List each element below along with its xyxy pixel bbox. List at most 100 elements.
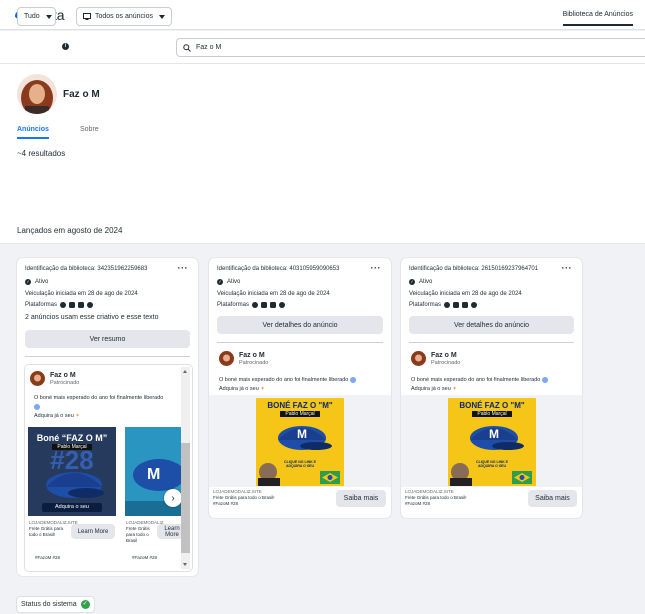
carousel-headline: Boné “FAZ O M” <box>36 433 108 443</box>
status-badge: ✓ Ativo <box>25 279 48 285</box>
facebook-icon <box>60 302 67 308</box>
scope-select[interactable]: Tudo <box>17 7 56 26</box>
page-title: Faz o M <box>63 89 100 100</box>
sparkle-icon: ✦ <box>260 386 265 392</box>
ad-preview: Faz o M Patrocinado O boné mais esperado… <box>25 365 192 571</box>
ad-library-link[interactable]: Biblioteca de Anúncios <box>562 11 633 26</box>
messenger-icon <box>87 302 94 308</box>
check-icon: ✓ <box>409 279 415 285</box>
sparkle-icon: ✦ <box>452 386 457 392</box>
search-icon <box>183 43 191 52</box>
view-ad-details-button[interactable]: Ver detalhes do anúncio <box>409 316 574 334</box>
carousel-tag: #FazoM #28 <box>35 555 61 560</box>
view-summary-button[interactable]: Ver resumo <box>25 330 190 348</box>
ad-text-line: Adquira já o seu <box>411 386 451 392</box>
scope-value: Tudo <box>24 13 40 20</box>
emoji-icon <box>349 376 356 383</box>
chevron-right-icon[interactable]: › <box>164 489 182 507</box>
image-title: BONÉ FAZ O "M" <box>267 401 333 410</box>
tab-ads[interactable]: Anúncios <box>17 126 49 139</box>
scroll-down-icon[interactable] <box>183 563 187 566</box>
platforms: Plataformas <box>217 302 286 308</box>
image-cta: CLIQUE NO LINK E ADQUIRA O SEU <box>284 460 316 468</box>
ad-tag: #FazoM #28 <box>213 501 239 506</box>
ad-image[interactable]: M BONÉ FAZ O "M" Pablo Marçal CLIQUE NO … <box>256 398 344 486</box>
ad-card: Identificação da biblioteca: 40310595909… <box>209 258 391 518</box>
advertiser-row: Faz o M Patrocinado <box>219 351 268 366</box>
carousel-cta-text: Adquira o seu <box>55 504 89 510</box>
creative-note: 2 anúncios usam esse criativo e esse tex… <box>25 314 159 321</box>
carousel-image[interactable]: #28 Boné “FAZ O M” Pablo Marçal Adquira … <box>28 427 116 516</box>
view-ad-details-button[interactable]: Ver detalhes do anúncio <box>217 316 383 334</box>
image-cta: CLIQUE NO LINK E ADQUIRA O SEU <box>476 460 508 468</box>
profile-section: Faz o M Anúncios Sobre ~4 resultados Lan… <box>0 64 645 244</box>
library-id: Identificação da biblioteca: 34235196225… <box>25 266 148 272</box>
ad-text-line: O boné mais esperado do ano foi finalmen… <box>219 377 349 383</box>
svg-text:M: M <box>489 427 499 441</box>
advertiser-name[interactable]: Faz o M <box>239 352 268 359</box>
facebook-icon <box>444 302 451 308</box>
launched-heading: Lançados em agosto de 2024 <box>17 226 123 235</box>
ad-text-line: Adquira já o seu <box>34 413 74 419</box>
tab-about[interactable]: Sobre <box>80 126 99 133</box>
status-badge: ✓ Ativo <box>409 279 432 285</box>
results-count: ~4 resultados <box>17 149 66 158</box>
info-icon[interactable]: i <box>62 43 69 50</box>
advertiser-name[interactable]: Faz o M <box>50 372 79 379</box>
sponsored-label: Patrocinado <box>431 359 461 366</box>
status-badge: ✓ Ativo <box>217 279 240 285</box>
audience-network-icon <box>78 302 85 308</box>
carousel-description: Frete Grátis para todo o Brasil! <box>29 526 64 537</box>
check-icon: ✓ <box>217 279 223 285</box>
chevron-down-icon <box>158 14 165 19</box>
status-text: Ativo <box>227 279 241 285</box>
ad-body: O boné mais esperado do ano foi finalmen… <box>411 376 579 394</box>
carousel-domain: LOJADEMODALIZ.SITE <box>29 520 78 525</box>
carousel-description: Frete Grátis para todo o Brasil <box>126 526 150 543</box>
system-status[interactable]: Status do sistema ✓ <box>17 597 94 612</box>
search-input[interactable]: Faz o M <box>176 38 645 57</box>
instagram-icon <box>261 302 268 308</box>
image-subtitle: Pablo Marçal <box>472 411 512 417</box>
status-text: Ativo <box>35 279 49 285</box>
divider <box>25 356 190 357</box>
divider <box>409 342 574 343</box>
ad-image[interactable]: M BONÉ FAZ O "M" Pablo Marçal CLIQUE NO … <box>448 398 536 486</box>
scroll-up-icon[interactable] <box>183 370 187 373</box>
ad-type-select[interactable]: Todos os anúncios <box>76 7 172 26</box>
image-subtitle: Pablo Marçal <box>280 411 320 417</box>
scrollbar[interactable] <box>181 367 190 569</box>
facebook-icon <box>252 302 259 308</box>
messenger-icon <box>279 302 286 308</box>
ad-text-line: Adquira já o seu <box>219 386 259 392</box>
advertiser-row: Faz o M Patrocinado <box>411 351 460 366</box>
audience-network-icon <box>270 302 277 308</box>
platforms: Plataformas <box>409 302 478 308</box>
scrollbar-thumb[interactable] <box>181 443 190 553</box>
more-options-icon[interactable]: ··· <box>562 263 573 273</box>
advertiser-name[interactable]: Faz o M <box>431 352 460 359</box>
instagram-icon <box>69 302 76 308</box>
learn-more-button[interactable]: Saiba mais <box>528 490 577 507</box>
search-value: Faz o M <box>196 44 222 51</box>
ad-body: O boné mais esperado do ano foi finalmen… <box>34 394 184 421</box>
more-options-icon[interactable]: ··· <box>371 263 382 273</box>
monitor-icon <box>83 13 91 20</box>
ad-body: O boné mais esperado do ano foi finalmen… <box>219 376 387 394</box>
check-icon: ✓ <box>80 600 90 609</box>
learn-more-button[interactable]: Saiba mais <box>336 490 386 507</box>
learn-more-button[interactable]: Learn More <box>71 524 115 539</box>
divider <box>217 342 383 343</box>
ad-domain: LOJADEMODALIZ.SITE <box>213 489 262 494</box>
image-title: BONÉ FAZ O "M" <box>459 401 525 410</box>
ad-type-value: Todos os anúncios <box>95 13 153 20</box>
library-id: Identificação da biblioteca: 40310595909… <box>217 266 340 272</box>
advertiser-row: Faz o M Patrocinado <box>30 371 79 386</box>
ad-text-line: O boné mais esperado do ano foi finalmen… <box>34 395 164 401</box>
run-date: Veiculação iniciada em 28 de ago de 2024 <box>409 291 522 297</box>
system-status-label: Status do sistema <box>21 601 77 608</box>
ad-domain: LOJADEMODALIZ.SITE <box>405 489 454 494</box>
instagram-icon <box>453 302 460 308</box>
more-options-icon[interactable]: ··· <box>178 263 189 273</box>
avatar <box>219 351 234 366</box>
